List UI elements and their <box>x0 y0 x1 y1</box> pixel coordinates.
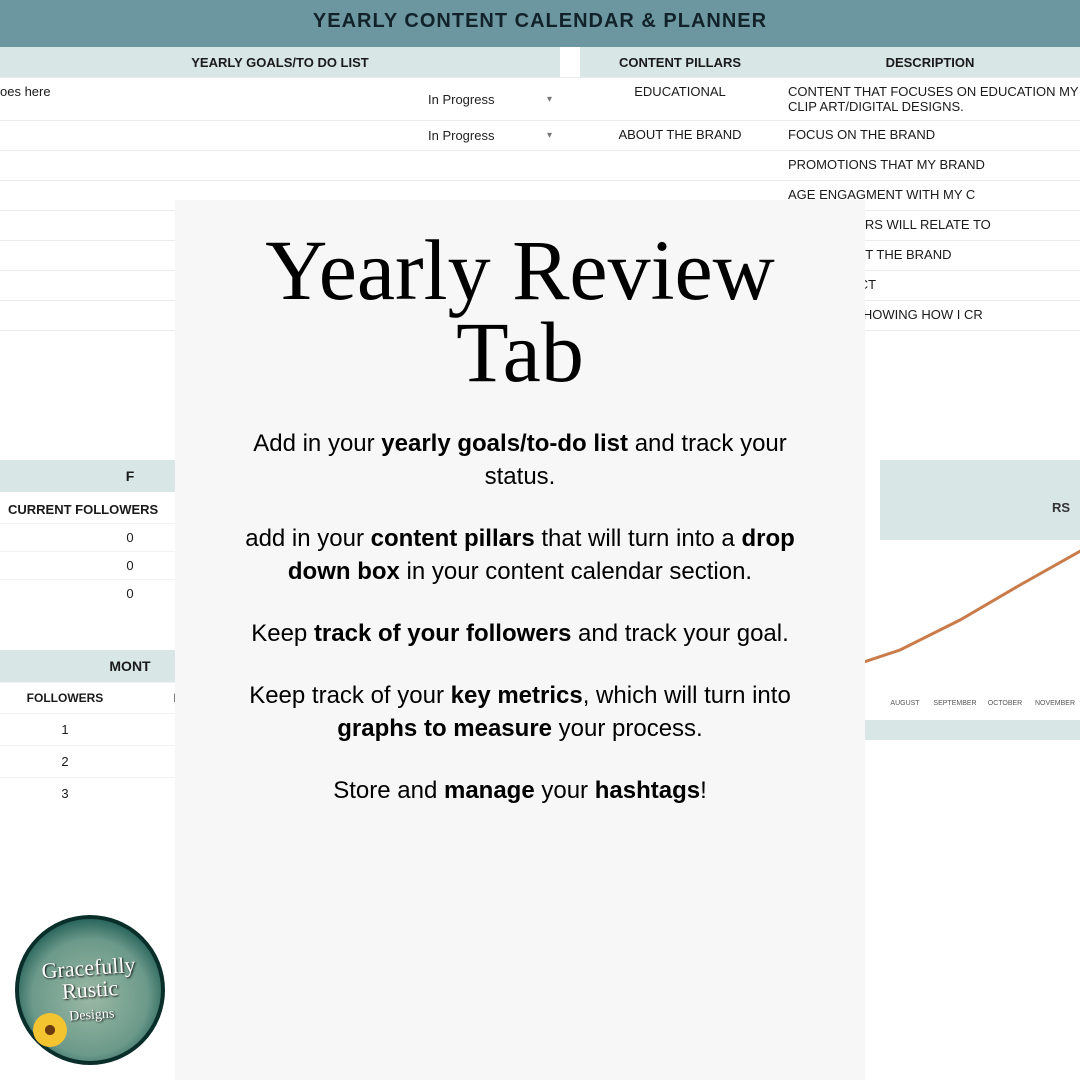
text: and track your goal. <box>571 620 788 647</box>
chevron-down-icon: ▾ <box>547 94 552 105</box>
sunflower-icon <box>33 1013 67 1047</box>
chevron-down-icon: ▾ <box>547 130 552 141</box>
overlay-para-5: Store and manage your hashtags! <box>230 775 810 807</box>
table-row: oes here In Progress ▾ EDUCATIONALCONTENT T… <box>0 77 1080 120</box>
bold-text: yearly goals/to-do list <box>381 430 628 457</box>
status-text: In Progress <box>428 128 494 143</box>
header-gap <box>560 47 580 77</box>
gap <box>560 121 580 150</box>
right-chart-header <box>880 460 1080 540</box>
bold-text: track of your followers <box>314 620 571 647</box>
monthly-cell[interactable]: 1 <box>0 714 130 745</box>
status-dropdown[interactable]: In Progress ▾ <box>420 78 560 120</box>
pillar-cell[interactable]: ABOUT THE BRAND <box>580 121 780 150</box>
page-title-bar: YEARLY CONTENT CALENDAR & PLANNER <box>0 0 1080 47</box>
pillar-cell[interactable]: EDUCATIONAL <box>580 78 780 120</box>
monthly-cell[interactable]: 3 <box>0 778 130 809</box>
right-strip <box>830 720 1080 740</box>
overlay-title: Yearly Review Tab <box>230 230 810 393</box>
text: ! <box>700 777 707 804</box>
text: Add in your <box>253 430 381 457</box>
text: Keep track of your <box>249 682 450 709</box>
description-cell[interactable]: CONTENT THAT FOCUSES ON EDUCATION MY CUS… <box>780 78 1080 120</box>
chart-line-icon <box>840 540 1080 680</box>
bold-text: key metrics <box>451 682 583 709</box>
status-dropdown[interactable]: In Progress ▾ <box>420 121 560 150</box>
bold-text: manage <box>444 777 535 804</box>
bold-text: graphs to measure <box>337 715 552 742</box>
overlay-para-2: add in your content pillars that will tu… <box>230 523 810 588</box>
chart-month: SEPTEMBER <box>930 700 980 707</box>
right-chart-label: RS <box>1052 500 1070 515</box>
table-row: In Progress ▾ ABOUT THE BRANDFOCUS ON THE … <box>0 120 1080 150</box>
bold-text: content pillars <box>371 525 535 552</box>
logo-line: Rustic <box>61 975 119 1004</box>
overlay-para-1: Add in your yearly goals/to-do list and … <box>230 428 810 493</box>
status-text: In Progress <box>428 92 494 107</box>
overlay-card: Yearly Review Tab Add in your yearly goa… <box>175 200 865 1080</box>
gap <box>560 78 580 120</box>
table-row: PROMOTIONS THAT MY BRAND <box>0 150 1080 180</box>
overlay-body: Add in your yearly goals/to-do list and … <box>230 428 810 807</box>
text: in your content calendar section. <box>400 558 752 585</box>
chart-months-axis: LY AUGUST SEPTEMBER OCTOBER NOVEMBER <box>830 700 1080 707</box>
logo-line: Designs <box>69 1006 115 1024</box>
description-cell[interactable]: FOCUS ON THE BRAND <box>780 121 1080 150</box>
overlay-para-4: Keep track of your key metrics, which wi… <box>230 680 810 745</box>
text: add in your <box>245 525 370 552</box>
monthly-cell[interactable]: 2 <box>0 746 130 777</box>
chart-month: OCTOBER <box>980 700 1030 707</box>
goal-cell[interactable]: oes here <box>0 78 420 120</box>
chart-month: NOVEMBER <box>1030 700 1080 707</box>
text: your process. <box>552 715 703 742</box>
brand-logo: Gracefully Rustic Designs <box>15 915 165 1065</box>
header-description: DESCRIPTION <box>780 55 1080 70</box>
overlay-para-3: Keep track of your followers and track y… <box>230 618 810 650</box>
overlay-title-line2: Tab <box>456 304 584 400</box>
status-dropdown <box>420 151 560 180</box>
header-pillars: CONTENT PILLARS <box>580 55 780 70</box>
goal-cell[interactable] <box>0 151 420 180</box>
goal-cell[interactable] <box>0 121 420 150</box>
column-headers: YEARLY GOALS/TO DO LIST CONTENT PILLARS … <box>0 47 1080 77</box>
bold-text: hashtags <box>595 777 700 804</box>
monthly-col-followers: FOLLOWERS <box>0 683 130 713</box>
chart-month: AUGUST <box>880 700 930 707</box>
text: , which will turn into <box>583 682 791 709</box>
text: that will turn into a <box>535 525 742 552</box>
gap <box>560 151 580 180</box>
description-cell[interactable]: PROMOTIONS THAT MY BRAND <box>780 151 1080 180</box>
text: Keep <box>251 620 314 647</box>
pillar-cell[interactable] <box>580 151 780 180</box>
header-goals: YEARLY GOALS/TO DO LIST <box>0 55 560 70</box>
text: your <box>535 777 595 804</box>
text: Store and <box>333 777 444 804</box>
